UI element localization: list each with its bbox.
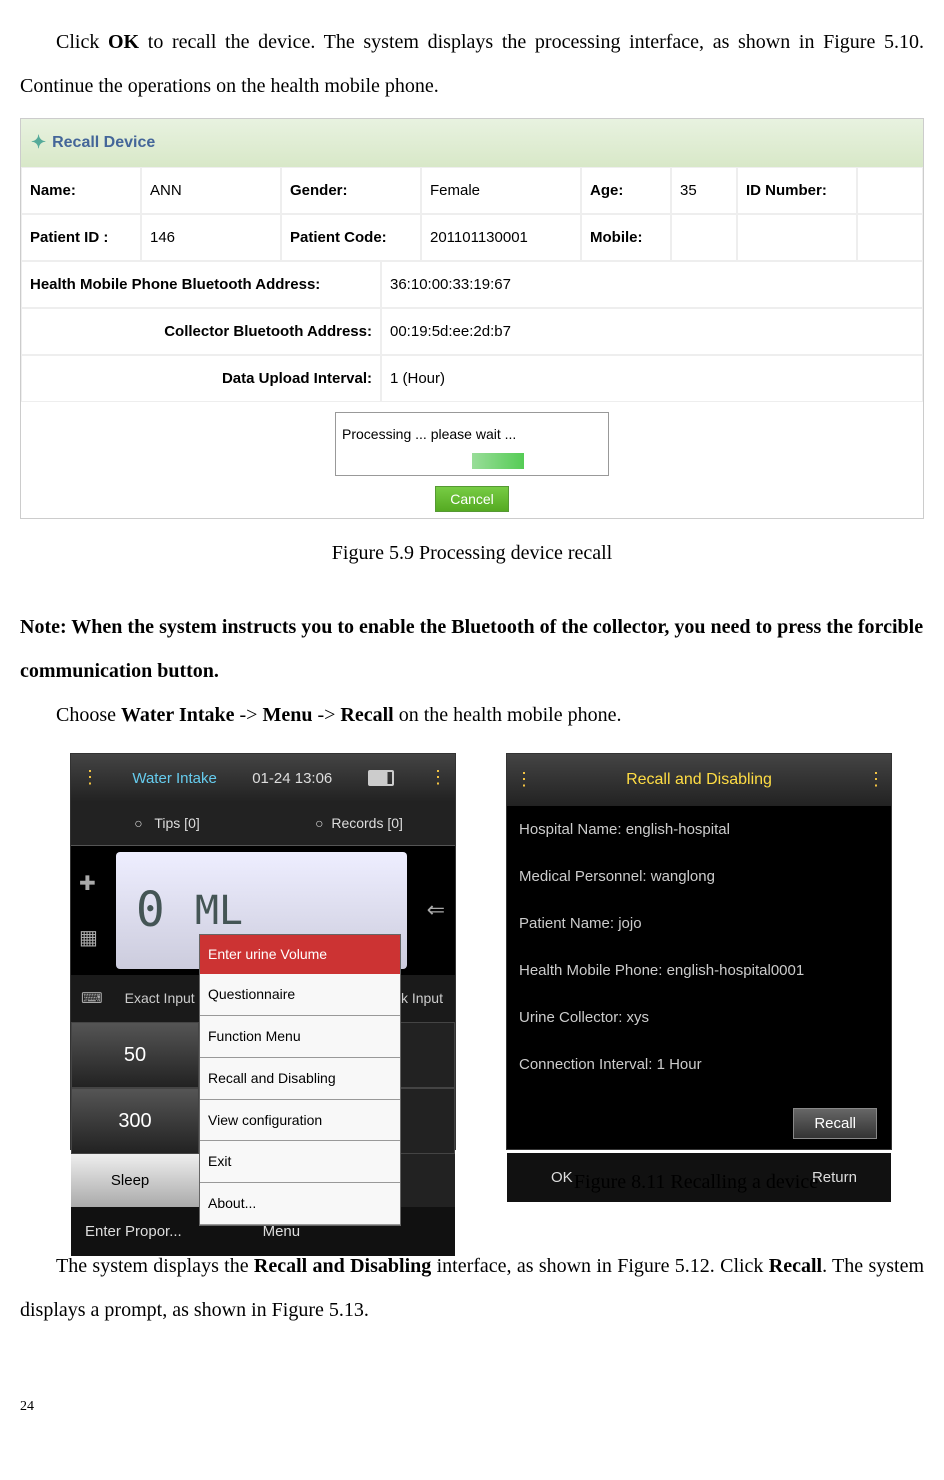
recall-bold-text: Recall — [769, 1255, 822, 1277]
phone-1-water-intake: ⋮ Water Intake 01-24 13:06 ⋮ ○ Tips [0] … — [70, 753, 456, 1150]
phone1-time: 01-24 13:06 — [252, 762, 332, 795]
empty-cell — [737, 214, 857, 261]
recall-title: Recall Device — [52, 125, 155, 160]
age-label: Age: — [581, 167, 671, 214]
recall-button[interactable]: Recall — [793, 1108, 877, 1139]
text: on the health mobile phone. — [394, 704, 622, 726]
cancel-button[interactable]: Cancel — [435, 486, 509, 512]
text: Click — [56, 31, 108, 53]
sleep-button[interactable]: Sleep — [71, 1154, 189, 1207]
connection-interval-line: Connection Interval: 1 Hour — [507, 1041, 891, 1088]
menu-header: Enter urine Volume — [200, 935, 400, 974]
urine-collector-line: Urine Collector: xys — [507, 994, 891, 1041]
menu-about[interactable]: About... — [200, 1183, 400, 1225]
menu-text: Menu — [262, 704, 312, 726]
battery-icon — [368, 770, 394, 786]
recall-device-header: ✦ Recall Device — [21, 119, 923, 167]
collector-bt-label: Collector Bluetooth Address: — [21, 308, 381, 355]
patient-info-row1: Name: ANN Gender: Female Age: 35 ID Numb… — [21, 167, 923, 214]
gender-value: Female — [421, 167, 581, 214]
num-50-button[interactable]: 50 — [71, 1022, 199, 1088]
num-300-button[interactable]: 300 — [71, 1088, 199, 1154]
bluetooth-row1: Health Mobile Phone Bluetooth Address: 3… — [21, 261, 923, 308]
patientcode-value: 201101130001 — [421, 214, 581, 261]
text: -> — [312, 704, 340, 726]
page-number: 24 — [20, 1392, 924, 1423]
paragraph-3: The system displays the Recall and Disab… — [20, 1244, 924, 1332]
text: -> — [235, 704, 263, 726]
menu-dots-icon: ⋮ — [429, 758, 445, 798]
figure-5-9-caption: Figure 5.9 Processing device recall — [20, 531, 924, 575]
menu-dots-icon: ⋮ — [81, 758, 97, 798]
text: Choose — [56, 704, 121, 726]
calendar-icon[interactable]: ▦ — [79, 916, 98, 960]
menu-questionnaire[interactable]: Questionnaire — [200, 974, 400, 1016]
empty-cell — [857, 214, 923, 261]
text: to recall the device. The system display… — [20, 31, 924, 97]
patient-name-line: Patient Name: jojo — [507, 900, 891, 947]
name-value: ANN — [141, 167, 281, 214]
medical-personnel-line: Medical Personnel: wanglong — [507, 853, 891, 900]
back-arrow-icon[interactable]: ⇐ — [417, 886, 455, 934]
phone-2-recall-disabling: ⋮ Recall and Disabling ⋮ Hospital Name: … — [506, 753, 892, 1150]
interval-row: Data Upload Interval: 1 (Hour) — [21, 355, 923, 402]
phone1-title: Water Intake — [132, 762, 216, 795]
name-label: Name: — [21, 167, 141, 214]
note-paragraph: Note: When the system instructs you to e… — [20, 605, 924, 693]
recall-disabling-text: Recall and Disabling — [254, 1255, 431, 1277]
popup-menu: Enter urine Volume Questionnaire Functio… — [199, 934, 401, 1226]
processing-text: Processing ... please wait ... — [342, 426, 516, 442]
phone1-tabs: ○ Tips [0] ○ Records [0] — [71, 802, 455, 846]
softkey-left[interactable]: Enter Propor... — [85, 1215, 182, 1248]
paragraph-choose: Choose Water Intake -> Menu -> Recall on… — [20, 693, 924, 737]
plus-icon[interactable]: ✚ — [79, 862, 98, 906]
patientcode-label: Patient Code: — [281, 214, 421, 261]
age-value: 35 — [671, 167, 737, 214]
patientid-value: 146 — [141, 214, 281, 261]
text: interface, as shown in Figure 5.12. Clic… — [431, 1255, 769, 1277]
paragraph-1: Click OK to recall the device. The syste… — [20, 20, 924, 108]
menu-function[interactable]: Function Menu — [200, 1016, 400, 1058]
menu-view-config[interactable]: View configuration — [200, 1100, 400, 1142]
tab-tips[interactable]: ○ Tips [0] — [71, 802, 263, 846]
patientid-label: Patient ID : — [21, 214, 141, 261]
figure-8-11-caption: Figure 8.11 Recalling a device — [504, 1160, 888, 1204]
figure-recall-device: ✦ Recall Device Name: ANN Gender: Female… — [20, 118, 924, 519]
mobile-value — [671, 214, 737, 261]
phone1-statusbar: ⋮ Water Intake 01-24 13:06 ⋮ — [71, 754, 455, 802]
interval-label: Data Upload Interval: — [21, 355, 381, 402]
ok-text: OK — [108, 31, 139, 53]
interval-value: 1 (Hour) — [381, 355, 923, 402]
collector-bt-value: 00:19:5d:ee:2d:b7 — [381, 308, 923, 355]
phone-bt-label: Health Mobile Phone Bluetooth Address: — [21, 261, 381, 308]
display-value: 0 — [136, 858, 165, 964]
idnumber-label: ID Number: — [737, 167, 857, 214]
hospital-name-line: Hospital Name: english-hospital — [507, 806, 891, 853]
menu-exit[interactable]: Exit — [200, 1141, 400, 1183]
menu-recall-disabling[interactable]: Recall and Disabling — [200, 1058, 400, 1100]
phone-bt-value: 36:10:00:33:19:67 — [381, 261, 923, 308]
star-icon: ✦ — [31, 123, 46, 163]
tab-records[interactable]: ○ Records [0] — [263, 802, 455, 846]
gender-label: Gender: — [281, 167, 421, 214]
progress-bar — [342, 453, 602, 469]
menu-dots-icon: ⋮ — [859, 760, 891, 800]
water-intake-text: Water Intake — [121, 704, 235, 726]
bluetooth-row2: Collector Bluetooth Address: 00:19:5d:ee… — [21, 308, 923, 355]
phone-screenshots: ⋮ Water Intake 01-24 13:06 ⋮ ○ Tips [0] … — [70, 753, 924, 1150]
mobile-label: Mobile: — [581, 214, 671, 261]
health-phone-line: Health Mobile Phone: english-hospital000… — [507, 947, 891, 994]
idnumber-value — [857, 167, 923, 214]
menu-dots-icon: ⋮ — [507, 760, 539, 800]
keyboard-icon[interactable]: ⌨ — [71, 982, 113, 1015]
phone2-title: Recall and Disabling — [539, 754, 859, 805]
processing-dialog: Processing ... please wait ... — [335, 412, 609, 477]
patient-info-row2: Patient ID : 146 Patient Code: 201101130… — [21, 214, 923, 261]
text: The system displays the — [56, 1255, 254, 1277]
recall-text: Recall — [340, 704, 393, 726]
